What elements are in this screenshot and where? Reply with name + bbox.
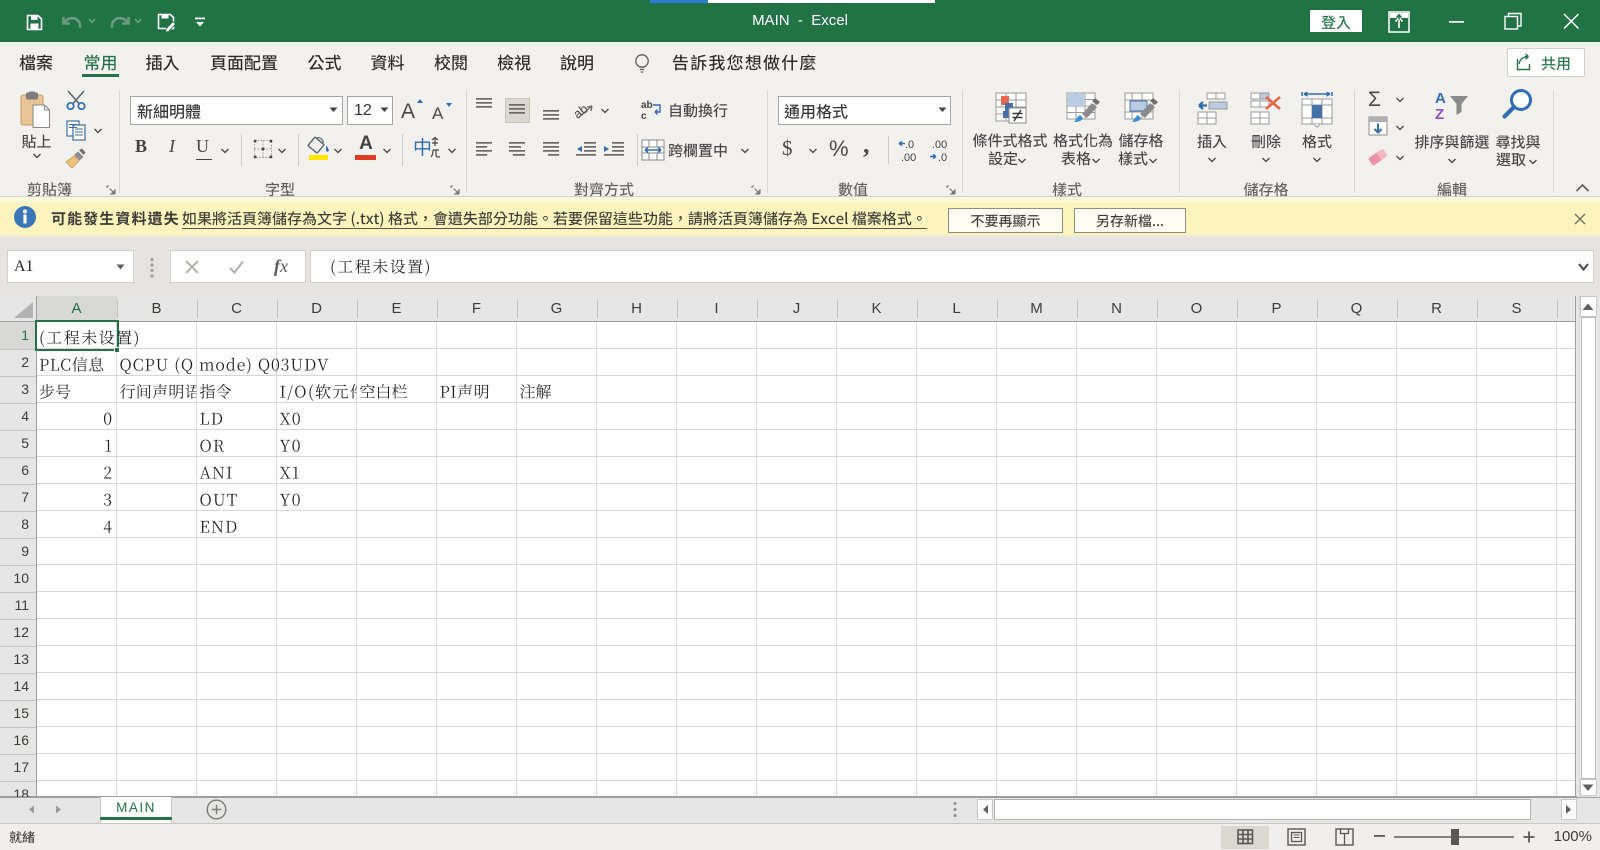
svg-text:ab: ab [641, 100, 653, 111]
svg-text:Z: Z [1435, 106, 1444, 123]
svg-text:ab: ab [575, 101, 591, 120]
svg-text:中: 中 [413, 137, 432, 159]
svg-text:.0: .0 [938, 152, 947, 163]
svg-text:.00: .00 [932, 139, 947, 151]
svg-text:A: A [432, 104, 444, 123]
svg-text:A: A [401, 100, 415, 123]
svg-text:c: c [641, 111, 647, 121]
svg-text:A: A [1435, 90, 1446, 107]
svg-text:.0: .0 [905, 139, 914, 151]
svg-text:.00: .00 [901, 152, 916, 163]
